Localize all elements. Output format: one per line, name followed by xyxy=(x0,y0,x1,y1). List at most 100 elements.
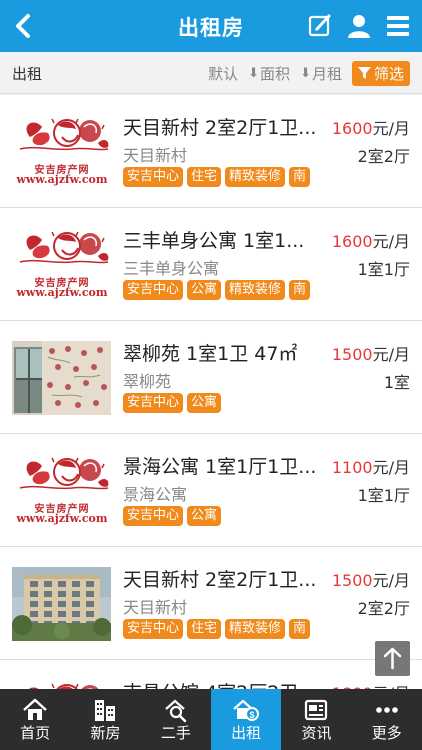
listing-tag: 南 xyxy=(289,619,311,639)
listing-tag: 公寓 xyxy=(187,393,222,413)
listing-tag: 精致装修 xyxy=(225,280,286,300)
logo-flower-icon xyxy=(19,457,109,490)
listing-item[interactable]: 安吉房产网 www.ajzfw.com 景海公寓 1室1厅1卫... 景海公寓 安… xyxy=(0,434,422,547)
price-unit: 元/月 xyxy=(372,345,410,364)
price-unit: 元/月 xyxy=(372,119,410,138)
back-to-top-button[interactable] xyxy=(375,641,410,676)
listing-price: 1500元/月 xyxy=(332,567,410,591)
listing-tags: 安吉中心 公寓 xyxy=(123,393,225,413)
nav-label: 出租 xyxy=(231,724,262,742)
listing-tag: 南 xyxy=(289,280,311,300)
sort-default[interactable]: 默认 xyxy=(208,63,238,84)
price-value: 1500 xyxy=(331,571,373,590)
listing-price: 1600元/月 xyxy=(332,115,410,139)
listing-title: 天目新村 2室2厅1卫... xyxy=(123,117,317,139)
listing-tags: 安吉中心 住宅 精致装修南 xyxy=(123,167,314,187)
nav-label: 新房 xyxy=(90,724,121,742)
sort-default-label: 默认 xyxy=(208,65,239,83)
price-unit: 元/月 xyxy=(372,232,410,251)
price-value: 1600 xyxy=(331,232,373,251)
listing-thumbnail: 安吉房产网www.ajzfw.com xyxy=(12,454,111,528)
listing-community: 天目新村 xyxy=(123,598,188,617)
listing-price: 1100元/月 xyxy=(332,454,410,478)
listing-thumbnail xyxy=(12,341,111,415)
building-photo xyxy=(12,567,111,641)
listing-price: 1600元/月 xyxy=(332,228,410,252)
listing-item[interactable]: 安吉房产网 www.ajzfw.com 天目新村 2室2厅1卫... 天目新村 安… xyxy=(0,95,422,208)
room-photo xyxy=(12,341,111,415)
nav-label: 更多 xyxy=(371,724,402,742)
listing-tag: 精致装修 xyxy=(225,167,286,187)
listing-tag: 住宅 xyxy=(187,619,222,639)
nav-item-building[interactable]: 新房 xyxy=(70,689,140,750)
listing-title: 景海公寓 1室1厅1卫... xyxy=(123,456,317,478)
price-value: 1100 xyxy=(331,458,373,477)
listing-title: 翠柳苑 1室1卫 47㎡ xyxy=(123,343,298,365)
listing-item[interactable]: 翠柳苑 1室1卫 47㎡ 翠柳苑 安吉中心 公寓 1500元/月 1室 xyxy=(0,321,422,434)
price-value: 1600 xyxy=(331,119,373,138)
nav-label: 二手 xyxy=(160,724,191,742)
listing-title: 天目新村 2室2厅1卫... xyxy=(123,569,317,591)
filter-label: 筛选 xyxy=(373,65,404,83)
svg-text:$: $ xyxy=(250,710,255,720)
logo-url: www.ajzfw.com xyxy=(16,286,108,299)
sort-options: 默认 ⬇ 面积 ⬇ 月租 筛选 xyxy=(198,61,410,86)
header-bar: 出租房 xyxy=(0,0,422,52)
listing-tag: 安吉中心 xyxy=(123,167,184,187)
bottom-nav: 首页 新房 二手 $ 出租 资讯 更多 xyxy=(0,689,422,750)
funnel-icon xyxy=(357,67,371,79)
listing-thumbnail xyxy=(12,567,111,641)
listing-layout: 2室2厅 xyxy=(357,599,410,618)
filter-button[interactable]: 筛选 xyxy=(351,61,410,86)
nav-item-search-house[interactable]: 二手 xyxy=(141,689,211,750)
price-unit: 元/月 xyxy=(372,458,410,477)
down-arrow-icon: ⬇ xyxy=(300,66,311,81)
listing-community: 三丰单身公寓 xyxy=(123,259,220,278)
listing-tags: 安吉中心 公寓 xyxy=(123,506,225,526)
listing-tag: 住宅 xyxy=(187,167,222,187)
listing-layout: 1室1厅 xyxy=(357,260,410,279)
nav-label: 首页 xyxy=(20,724,51,742)
nav-item-rent[interactable]: $ 出租 xyxy=(210,689,282,750)
listing-tag: 精致装修 xyxy=(225,619,286,639)
logo-url: www.ajzfw.com xyxy=(16,512,108,525)
sort-rent[interactable]: ⬇ 月租 xyxy=(300,63,342,84)
nav-item-home[interactable]: 首页 xyxy=(0,689,70,750)
menu-icon[interactable] xyxy=(384,12,412,40)
listing-title: 三丰单身公寓 1室1... xyxy=(123,230,305,252)
listing-tag: 安吉中心 xyxy=(123,393,184,413)
sort-area[interactable]: ⬇ 面积 xyxy=(248,63,290,84)
listing-thumbnail: 安吉房产网www.ajzfw.com xyxy=(12,115,111,189)
sort-area-label: 面积 xyxy=(260,65,291,83)
listing-item[interactable]: 天目新村 2室2厅1卫... 天目新村 安吉中心 住宅 精致装修南 1500元/月 … xyxy=(0,547,422,660)
edit-icon[interactable] xyxy=(306,12,334,40)
listing-community: 翠柳苑 xyxy=(123,372,172,391)
filter-bar: 出租 默认 ⬇ 面积 ⬇ 月租 筛选 xyxy=(0,52,422,94)
listing-tag: 安吉中心 xyxy=(123,619,184,639)
down-arrow-icon: ⬇ xyxy=(248,66,260,81)
nav-item-more[interactable]: 更多 xyxy=(352,689,422,750)
listing-layout: 2室2厅 xyxy=(357,147,410,166)
listing-layout: 1室 xyxy=(383,373,410,392)
listing-community: 天目新村 xyxy=(123,146,188,165)
listing-tag: 安吉中心 xyxy=(123,280,184,300)
listing-list: 安吉房产网 www.ajzfw.com 天目新村 2室2厅1卫... 天目新村 安… xyxy=(0,95,422,750)
listing-layout: 1室1厅 xyxy=(357,486,410,505)
sort-rent-label: 月租 xyxy=(311,65,342,83)
listing-tag: 南 xyxy=(289,167,311,187)
logo-flower-icon xyxy=(19,118,109,151)
listing-community: 景海公寓 xyxy=(123,485,188,504)
category-label: 出租 xyxy=(12,65,43,83)
listing-tags: 安吉中心 公寓 精致装修南 xyxy=(123,280,314,300)
listing-tags: 安吉中心 住宅 精致装修南 xyxy=(123,619,314,639)
listing-price: 1500元/月 xyxy=(332,341,410,365)
logo-flower-icon xyxy=(19,231,109,264)
arrow-up-icon xyxy=(383,647,402,670)
price-value: 1500 xyxy=(331,345,373,364)
user-icon[interactable] xyxy=(345,12,373,40)
logo-url: www.ajzfw.com xyxy=(16,173,108,186)
listing-item[interactable]: 安吉房产网 www.ajzfw.com 三丰单身公寓 1室1... 三丰单身公寓 … xyxy=(0,208,422,321)
price-unit: 元/月 xyxy=(372,571,410,590)
listing-thumbnail: 安吉房产网www.ajzfw.com xyxy=(12,228,111,302)
nav-item-news[interactable]: 资讯 xyxy=(281,689,351,750)
